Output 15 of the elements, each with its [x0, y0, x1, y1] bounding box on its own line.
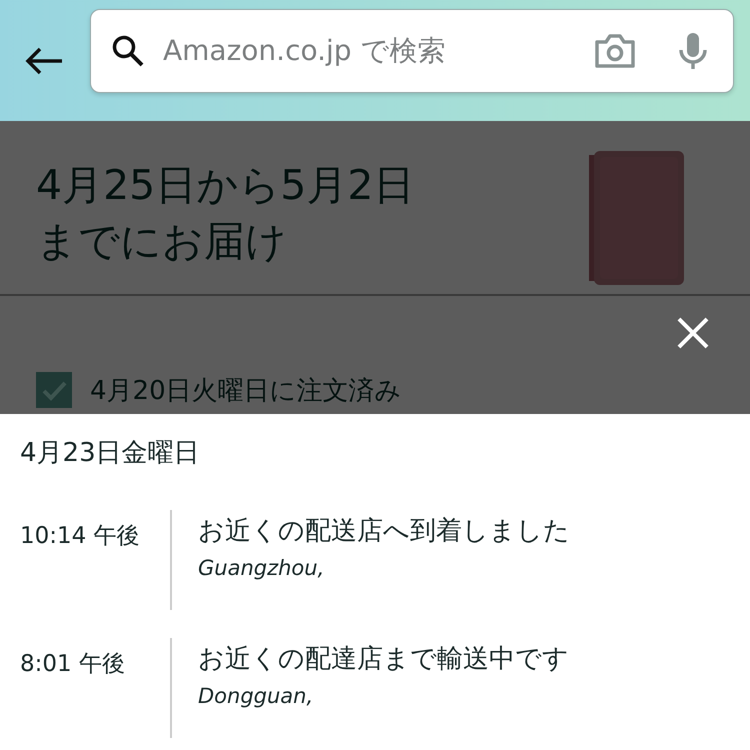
event-status: お近くの配達店まで輸送中です	[198, 643, 569, 676]
event-time: 8:01 午後	[20, 651, 125, 677]
microphone-icon[interactable]	[677, 30, 709, 70]
event-location: Dongguan,	[198, 684, 314, 708]
close-icon[interactable]	[676, 316, 710, 350]
order-step-label: 4月20日火曜日に注文済み	[90, 374, 402, 408]
event-time: 10:14 午後	[20, 523, 140, 549]
event-location: Guangzhou,	[198, 556, 326, 580]
camera-icon[interactable]	[593, 32, 637, 68]
back-arrow-icon[interactable]	[24, 46, 64, 76]
delivery-headline: 4月25日から5月2日までにお届け	[36, 160, 416, 267]
event-status: お近くの配送店へ到着しました	[198, 515, 570, 548]
search-bar[interactable]: Amazon.co.jp で検索	[90, 8, 734, 92]
search-icon	[111, 34, 145, 68]
tracking-date: 4月23日金曜日	[20, 437, 201, 470]
